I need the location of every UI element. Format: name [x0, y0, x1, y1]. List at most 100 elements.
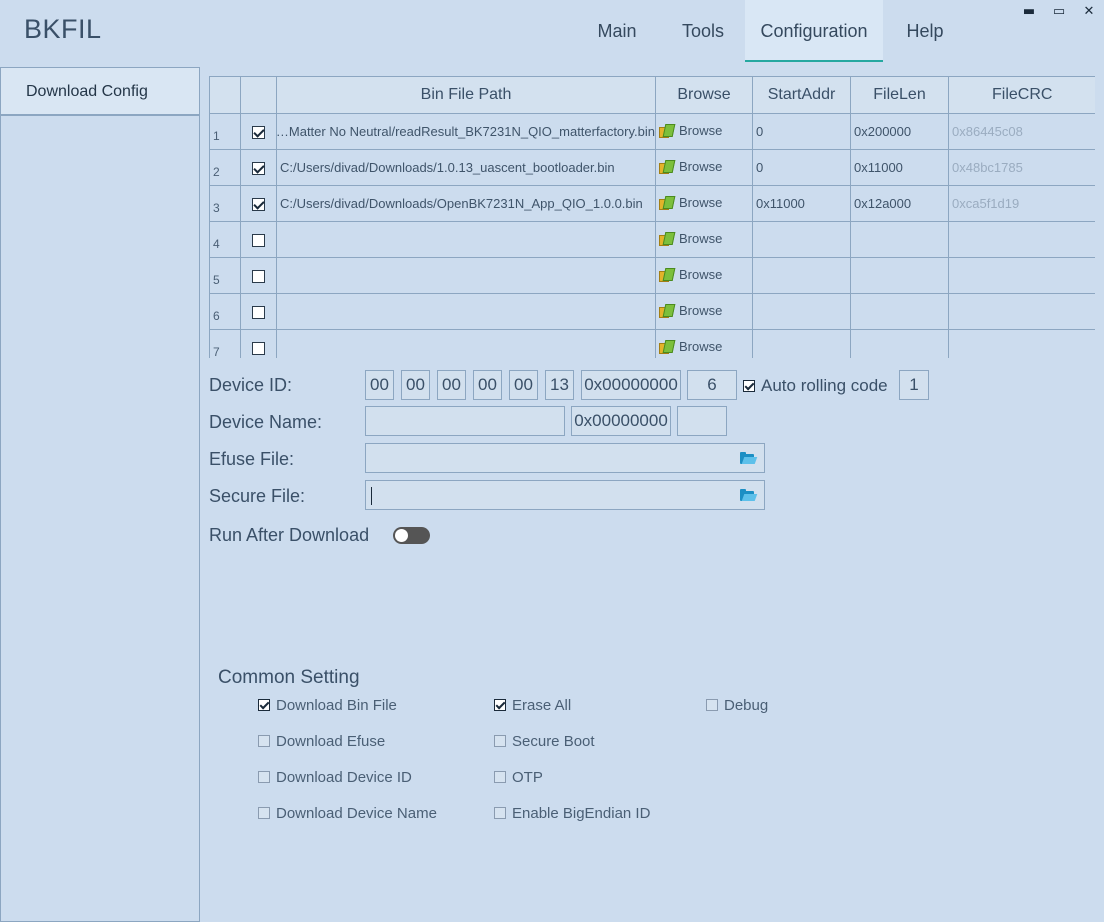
row-file-len[interactable]: 0x11000: [850, 149, 949, 186]
row-path-text: …Matter No Neutral/readResult_BK7231N_QI…: [276, 123, 656, 139]
row-start-addr[interactable]: [752, 329, 851, 358]
row-bin-file-path[interactable]: [276, 329, 656, 358]
minimize-icon[interactable]: ▬: [1020, 4, 1038, 20]
row-checkbox[interactable]: [252, 341, 265, 355]
device-name-input[interactable]: [365, 406, 565, 436]
device-name-length-field[interactable]: [677, 406, 727, 436]
row-bin-file-path[interactable]: C:/Users/divad/Downloads/1.0.13_uascent_…: [276, 149, 656, 186]
row-bin-file-path[interactable]: …Matter No Neutral/readResult_BK7231N_QI…: [276, 113, 656, 150]
option-download-bin-file[interactable]: Download Bin File: [258, 697, 397, 714]
sidebar-item-download-config[interactable]: Download Config: [1, 68, 199, 116]
option-checkbox[interactable]: [494, 699, 506, 711]
tab-help[interactable]: Help: [893, 0, 957, 62]
row-checkbox[interactable]: [252, 305, 265, 319]
row-index: 1: [209, 113, 241, 150]
row-index: 6: [209, 293, 241, 330]
device-id-byte-1[interactable]: 00: [365, 370, 394, 400]
row-bin-file-path[interactable]: C:/Users/divad/Downloads/OpenBK7231N_App…: [276, 185, 656, 222]
option-label: OTP: [512, 769, 543, 786]
row-checkbox[interactable]: [252, 197, 265, 211]
efuse-file-input[interactable]: [365, 443, 765, 473]
option-erase-all[interactable]: Erase All: [494, 697, 571, 714]
header-browse: Browse: [655, 77, 753, 114]
row-browse-button[interactable]: Browse: [655, 149, 753, 186]
maximize-icon[interactable]: ▭: [1050, 4, 1068, 20]
row-index: 5: [209, 257, 241, 294]
option-label: Download Device Name: [276, 805, 437, 822]
tab-configuration[interactable]: Configuration: [745, 0, 883, 62]
option-checkbox[interactable]: [494, 771, 506, 783]
row-file-len[interactable]: [850, 293, 949, 330]
folder-open-icon[interactable]: [740, 452, 758, 464]
device-name-address-field[interactable]: 0x00000000: [571, 406, 671, 436]
option-download-device-name[interactable]: Download Device Name: [258, 805, 437, 822]
device-id-byte-6[interactable]: 13: [545, 370, 574, 400]
row-file-crc: 0x48bc1785: [948, 149, 1095, 186]
option-download-efuse[interactable]: Download Efuse: [258, 733, 385, 750]
option-enable-bigendian-id[interactable]: Enable BigEndian ID: [494, 805, 650, 822]
row-file-len[interactable]: [850, 257, 949, 294]
row-start-addr[interactable]: 0x11000: [752, 185, 851, 222]
option-download-device-id[interactable]: Download Device ID: [258, 769, 412, 786]
auto-rolling-code-checkbox[interactable]: Auto rolling code: [743, 376, 888, 396]
tab-main[interactable]: Main: [584, 0, 650, 62]
option-checkbox[interactable]: [494, 735, 506, 747]
row-path-text: C:/Users/divad/Downloads/1.0.13_uascent_…: [280, 159, 615, 175]
device-id-byte-2[interactable]: 00: [401, 370, 430, 400]
row-bin-file-path[interactable]: [276, 257, 656, 294]
device-id-byte-4[interactable]: 00: [473, 370, 502, 400]
device-id-address-field[interactable]: 0x00000000: [581, 370, 681, 400]
row-select-cell[interactable]: [240, 185, 277, 222]
row-checkbox[interactable]: [252, 269, 265, 283]
row-browse-button[interactable]: Browse: [655, 113, 753, 150]
auto-rolling-check-icon[interactable]: [743, 380, 755, 392]
option-checkbox[interactable]: [258, 699, 270, 711]
rolling-step-field[interactable]: 1: [899, 370, 929, 400]
row-select-cell[interactable]: [240, 149, 277, 186]
secure-file-input[interactable]: [365, 480, 765, 510]
folder-open-icon[interactable]: [740, 489, 758, 501]
row-file-len[interactable]: 0x12a000: [850, 185, 949, 222]
row-browse-button[interactable]: Browse: [655, 185, 753, 222]
text-caret: [371, 487, 372, 505]
option-checkbox[interactable]: [258, 807, 270, 819]
row-browse-button[interactable]: Browse: [655, 329, 753, 358]
row-start-addr[interactable]: [752, 257, 851, 294]
row-select-cell[interactable]: [240, 257, 277, 294]
row-browse-button[interactable]: Browse: [655, 221, 753, 258]
option-checkbox[interactable]: [494, 807, 506, 819]
device-id-length-field[interactable]: 6: [687, 370, 737, 400]
row-start-addr[interactable]: 0: [752, 113, 851, 150]
row-start-addr[interactable]: 0: [752, 149, 851, 186]
option-otp[interactable]: OTP: [494, 769, 543, 786]
row-select-cell[interactable]: [240, 293, 277, 330]
row-select-cell[interactable]: [240, 113, 277, 150]
row-browse-button[interactable]: Browse: [655, 257, 753, 294]
row-select-cell[interactable]: [240, 329, 277, 358]
row-start-addr[interactable]: [752, 221, 851, 258]
row-select-cell[interactable]: [240, 221, 277, 258]
device-id-byte-5[interactable]: 00: [509, 370, 538, 400]
option-checkbox[interactable]: [258, 771, 270, 783]
row-bin-file-path[interactable]: [276, 221, 656, 258]
row-checkbox[interactable]: [252, 161, 265, 175]
option-checkbox[interactable]: [706, 699, 718, 711]
row-file-len[interactable]: [850, 221, 949, 258]
row-checkbox[interactable]: [252, 233, 265, 247]
row-file-len[interactable]: 0x200000: [850, 113, 949, 150]
row-bin-file-path[interactable]: [276, 293, 656, 330]
option-label: Download Device ID: [276, 769, 412, 786]
row-checkbox[interactable]: [252, 125, 265, 139]
tab-tools[interactable]: Tools: [670, 0, 736, 62]
row-start-addr[interactable]: [752, 293, 851, 330]
close-icon[interactable]: ✕: [1080, 4, 1098, 20]
header-file-len: FileLen: [850, 77, 949, 114]
row-browse-button[interactable]: Browse: [655, 293, 753, 330]
option-secure-boot[interactable]: Secure Boot: [494, 733, 595, 750]
browse-label: Browse: [679, 230, 723, 246]
option-checkbox[interactable]: [258, 735, 270, 747]
run-after-download-toggle[interactable]: [393, 527, 430, 544]
row-file-len[interactable]: [850, 329, 949, 358]
device-id-byte-3[interactable]: 00: [437, 370, 466, 400]
option-debug[interactable]: Debug: [706, 697, 768, 714]
